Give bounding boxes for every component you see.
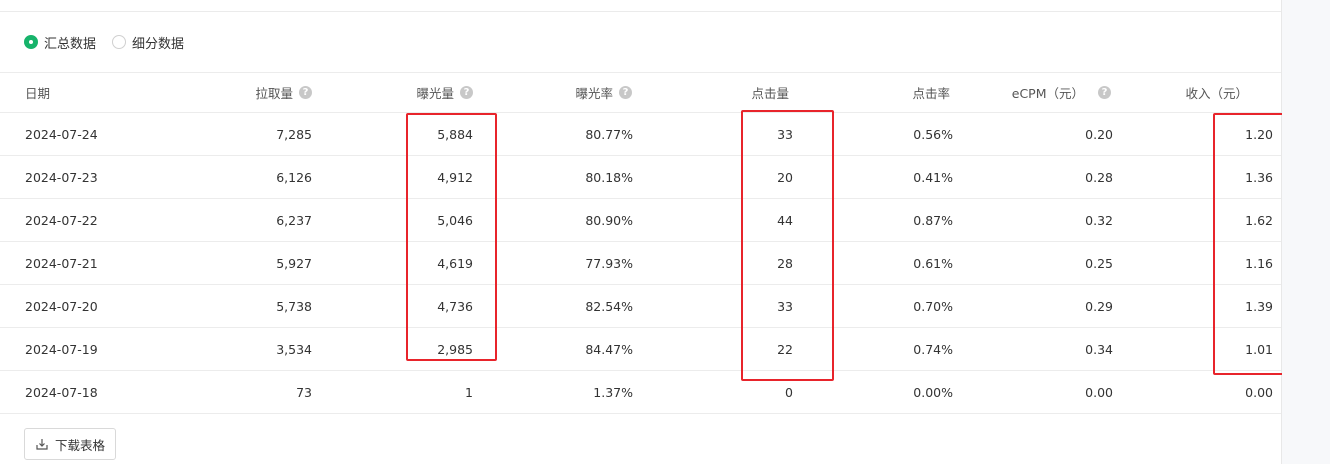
download-button-label: 下载表格 xyxy=(54,437,105,453)
cell-clicks: 0 xyxy=(785,384,793,400)
cell-pull: 7,285 xyxy=(276,126,312,142)
cell-pull: 5,927 xyxy=(276,255,312,271)
help-icon[interactable]: ? xyxy=(1098,86,1111,99)
header-ctr: 点击率 xyxy=(912,86,950,101)
cell-exposure-rate: 84.47% xyxy=(585,341,633,357)
cell-clicks: 28 xyxy=(777,255,793,271)
cell-exposure: 5,884 xyxy=(437,126,473,142)
header-exposure-rate: 曝光率? xyxy=(575,73,632,112)
cell-exposure: 2,985 xyxy=(437,341,473,357)
header-date: 日期 xyxy=(25,86,51,101)
cell-revenue: 0.00 xyxy=(1245,384,1273,400)
cell-revenue: 1.16 xyxy=(1245,255,1273,271)
cell-clicks: 33 xyxy=(777,126,793,142)
header-clicks: 点击量 xyxy=(751,86,789,101)
cell-ecpm: 0.28 xyxy=(1085,169,1113,185)
divider xyxy=(0,11,1281,12)
cell-pull: 6,237 xyxy=(276,212,312,228)
radio-detailed-data[interactable]: 细分数据 xyxy=(112,33,185,52)
page-gutter xyxy=(1282,0,1330,464)
cell-ecpm: 0.25 xyxy=(1085,255,1113,271)
cell-pull: 6,126 xyxy=(276,169,312,185)
header-ecpm: eCPM（元）? xyxy=(1012,73,1111,112)
cell-ctr: 0.74% xyxy=(913,341,953,357)
cell-exposure: 4,912 xyxy=(437,169,473,185)
cell-clicks: 22 xyxy=(777,341,793,357)
radio-summary-data[interactable]: 汇总数据 xyxy=(24,33,97,52)
help-icon[interactable]: ? xyxy=(460,86,473,99)
header-exposure: 曝光量? xyxy=(416,73,473,112)
help-icon[interactable]: ? xyxy=(299,86,312,99)
cell-exposure: 4,619 xyxy=(437,255,473,271)
cell-exposure: 5,046 xyxy=(437,212,473,228)
cell-ecpm: 0.32 xyxy=(1085,212,1113,228)
cell-ctr: 0.41% xyxy=(913,169,953,185)
cell-date: 2024-07-22 xyxy=(25,212,98,228)
cell-pull: 3,534 xyxy=(276,341,312,357)
cell-revenue: 1.20 xyxy=(1245,126,1273,142)
cell-revenue: 1.01 xyxy=(1245,341,1273,357)
help-icon[interactable]: ? xyxy=(619,86,632,99)
cell-ctr: 0.00% xyxy=(913,384,953,400)
table-row: 2024-07-19 3,534 2,985 84.47% 22 0.74% 0… xyxy=(0,328,1281,371)
radio-checked-icon xyxy=(24,35,38,49)
cell-date: 2024-07-20 xyxy=(25,298,98,314)
cell-ecpm: 0.20 xyxy=(1085,126,1113,142)
table-row: 2024-07-23 6,126 4,912 80.18% 20 0.41% 0… xyxy=(0,156,1281,199)
cell-ecpm: 0.34 xyxy=(1085,341,1113,357)
cell-clicks: 33 xyxy=(777,298,793,314)
cell-ctr: 0.61% xyxy=(913,255,953,271)
cell-ctr: 0.56% xyxy=(913,126,953,142)
cell-revenue: 1.39 xyxy=(1245,298,1273,314)
cell-pull: 73 xyxy=(296,384,312,400)
table-row: 2024-07-22 6,237 5,046 80.90% 44 0.87% 0… xyxy=(0,199,1281,242)
radio-label: 细分数据 xyxy=(132,36,185,52)
cell-exposure-rate: 77.93% xyxy=(585,255,633,271)
cell-exposure-rate: 80.90% xyxy=(585,212,633,228)
data-table: 日期 拉取量? 曝光量? 曝光率? 点击量 点击率 eCPM（元）? 收入（元）… xyxy=(0,72,1281,414)
table-row: 2024-07-24 7,285 5,884 80.77% 33 0.56% 0… xyxy=(0,113,1281,156)
cell-date: 2024-07-18 xyxy=(25,384,98,400)
cell-date: 2024-07-21 xyxy=(25,255,98,271)
cell-ecpm: 0.29 xyxy=(1085,298,1113,314)
cell-exposure-rate: 82.54% xyxy=(585,298,633,314)
cell-clicks: 44 xyxy=(777,212,793,228)
cell-ctr: 0.70% xyxy=(913,298,953,314)
table-row: 2024-07-20 5,738 4,736 82.54% 33 0.70% 0… xyxy=(0,285,1281,328)
cell-revenue: 1.36 xyxy=(1245,169,1273,185)
cell-ctr: 0.87% xyxy=(913,212,953,228)
table-header-row: 日期 拉取量? 曝光量? 曝光率? 点击量 点击率 eCPM（元）? 收入（元） xyxy=(0,72,1281,113)
cell-clicks: 20 xyxy=(777,169,793,185)
radio-unchecked-icon xyxy=(112,35,126,49)
cell-exposure-rate: 80.18% xyxy=(585,169,633,185)
cell-ecpm: 0.00 xyxy=(1085,384,1113,400)
cell-date: 2024-07-23 xyxy=(25,169,98,185)
cell-date: 2024-07-24 xyxy=(25,126,98,142)
radio-label: 汇总数据 xyxy=(44,36,97,52)
download-icon xyxy=(36,439,48,450)
download-table-button[interactable]: 下载表格 xyxy=(24,428,116,460)
cell-exposure-rate: 80.77% xyxy=(585,126,633,142)
header-pull: 拉取量? xyxy=(255,73,312,112)
data-panel: 汇总数据 细分数据 日期 拉取量? 曝光量? 曝光率? 点击量 点击率 eCPM… xyxy=(0,0,1286,464)
table-row: 2024-07-18 73 1 1.37% 0 0.00% 0.00 0.00 xyxy=(0,371,1281,414)
table-row: 2024-07-21 5,927 4,619 77.93% 28 0.61% 0… xyxy=(0,242,1281,285)
cell-exposure: 1 xyxy=(465,384,473,400)
cell-date: 2024-07-19 xyxy=(25,341,98,357)
cell-revenue: 1.62 xyxy=(1245,212,1273,228)
header-revenue: 收入（元） xyxy=(1185,86,1248,101)
cell-exposure-rate: 1.37% xyxy=(593,384,633,400)
cell-exposure: 4,736 xyxy=(437,298,473,314)
cell-pull: 5,738 xyxy=(276,298,312,314)
